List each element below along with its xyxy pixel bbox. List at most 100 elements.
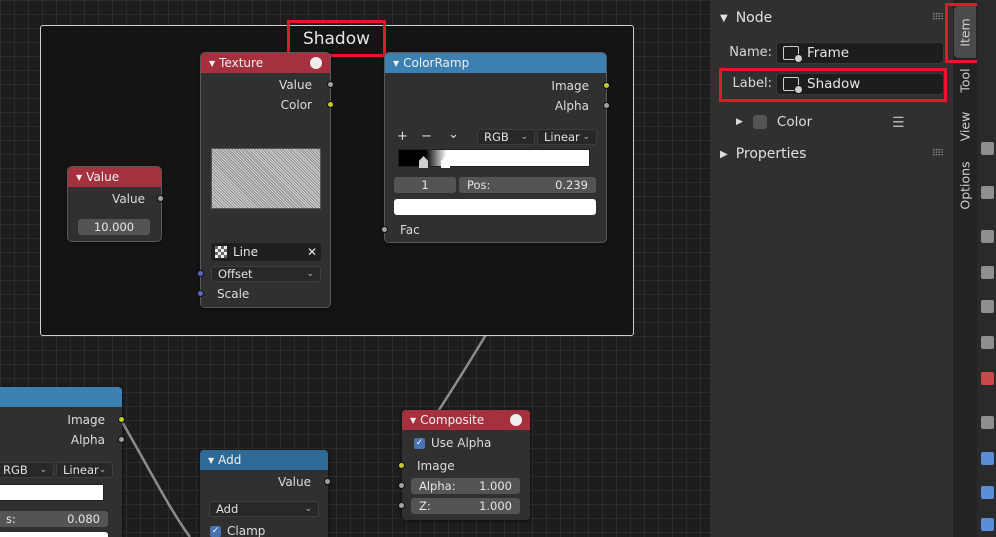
collapse-icon[interactable]: ▼ <box>208 456 214 465</box>
composite-node-title: Composite <box>420 413 485 427</box>
interpolation-dropdown[interactable]: Linear ⌄ <box>537 129 597 145</box>
alpha-socket[interactable] <box>398 482 405 489</box>
texture-node[interactable]: ▼ Texture Value Color Line ✕ Offset ⌄ Sc… <box>197 52 334 308</box>
use-alpha-toggle[interactable]: ✓ Use Alpha <box>414 436 491 450</box>
value-node-title: Value <box>86 170 120 184</box>
alpha-field[interactable]: Alpha: 1.000 <box>411 478 520 494</box>
color-mode-dropdown[interactable]: RGB ⌄ <box>477 129 535 145</box>
tool-icon[interactable] <box>981 300 994 313</box>
colorramp2-bar[interactable] <box>0 484 104 501</box>
drag-grip-icon[interactable]: ⠿⠿ <box>932 13 944 23</box>
label-field[interactable]: Shadow <box>776 73 944 95</box>
list-icon[interactable]: ☰ <box>892 115 905 131</box>
tool-icon[interactable] <box>981 518 994 531</box>
node-panel-header[interactable]: ▼ Node ⠿⠿ <box>710 5 953 31</box>
colorramp-image-socket[interactable] <box>603 82 610 89</box>
tab-item[interactable]: Item <box>954 6 976 58</box>
composite-input-image-label: Image <box>417 459 455 473</box>
mapping-dropdown[interactable]: Offset ⌄ <box>211 266 321 282</box>
close-icon[interactable]: ✕ <box>307 245 317 259</box>
colorramp2-image-socket[interactable] <box>118 416 125 423</box>
colorramp-node-2[interactable]: Image Alpha RGB ⌄ Linear ⌄ s: 0.080 <box>0 387 125 537</box>
colorramp-output-alpha-label: Alpha <box>554 99 589 113</box>
offset-socket[interactable] <box>197 270 204 277</box>
texture-node-title: Texture <box>219 56 264 70</box>
color-subpanel-header[interactable]: ▶ Color <box>736 114 812 130</box>
alpha-label: Alpha: <box>419 479 456 493</box>
tool-icon[interactable] <box>981 452 994 465</box>
remove-stop-button[interactable]: − <box>421 129 432 144</box>
texture-node-icon <box>310 57 322 69</box>
add-node-header[interactable]: ▼ Add <box>200 450 328 470</box>
composite-node[interactable]: ▼ Composite ✓ Use Alpha Image Alpha: 1.0… <box>398 410 530 520</box>
colorramp2-mode-dropdown[interactable]: RGB ⌄ <box>0 462 54 478</box>
properties-panel-header[interactable]: ▶ Properties ⠿⠿ <box>710 141 953 167</box>
value-node-field[interactable]: 10.000 <box>78 219 150 235</box>
value-output-socket[interactable] <box>157 195 164 202</box>
chevron-down-icon: ⌄ <box>98 465 107 475</box>
colorramp-node-header[interactable]: ▼ ColorRamp <box>385 53 606 73</box>
colorramp-node-2-header[interactable] <box>0 387 122 407</box>
name-field[interactable]: Frame <box>776 42 944 64</box>
colorramp2-interp-dropdown[interactable]: Linear ⌄ <box>56 462 113 478</box>
collapse-icon[interactable]: ▼ <box>76 173 82 182</box>
checkbox-checked-icon[interactable]: ✓ <box>210 525 221 537</box>
colorramp-node[interactable]: ▼ ColorRamp Image Alpha + − ⌄ RGB ⌄ Line… <box>381 52 610 243</box>
collapse-icon[interactable]: ▼ <box>209 59 215 68</box>
add-value-socket[interactable] <box>324 478 331 485</box>
frame-node-icon <box>783 77 803 94</box>
value-node-output-label: Value <box>112 192 145 206</box>
color-checkbox[interactable] <box>752 115 767 129</box>
stop-position-field[interactable]: Pos: 0.239 <box>459 177 596 193</box>
texture-node-header[interactable]: ▼ Texture <box>201 53 330 73</box>
texture-name: Line <box>233 245 259 259</box>
pos-value: 0.239 <box>555 178 588 192</box>
texture-selector[interactable]: Line ✕ <box>211 243 321 261</box>
colorramp2-swatch[interactable] <box>0 532 108 537</box>
drag-grip-icon[interactable]: ⠿⠿ <box>932 149 944 159</box>
value-node-header[interactable]: ▼ Value <box>68 167 161 187</box>
add-node[interactable]: ▼ Add Value Add ⌄ ✓ Clamp <box>200 450 331 537</box>
tool-icon[interactable] <box>981 486 994 499</box>
fac-socket[interactable] <box>381 226 388 233</box>
z-socket[interactable] <box>398 502 405 509</box>
collapse-icon[interactable]: ▼ <box>410 416 416 425</box>
tool-icon[interactable] <box>981 142 994 155</box>
chevron-down-icon: ⌄ <box>520 132 528 142</box>
texture-color-socket[interactable] <box>327 101 334 108</box>
tool-icon[interactable] <box>981 336 994 349</box>
stop-color-swatch[interactable] <box>394 199 596 215</box>
add-node-title: Add <box>218 453 242 467</box>
clamp-label: Clamp <box>227 524 266 537</box>
tool-icon[interactable] <box>981 186 994 199</box>
name-value: Frame <box>807 45 850 61</box>
tab-view[interactable]: View <box>954 104 976 148</box>
collapse-icon[interactable]: ▼ <box>393 59 399 68</box>
composite-image-socket[interactable] <box>398 462 405 469</box>
z-field[interactable]: Z: 1.000 <box>411 498 520 514</box>
chevron-down-icon: ⌄ <box>306 269 314 279</box>
add-stop-button[interactable]: + <box>397 129 408 144</box>
tab-item-label: Item <box>957 17 973 47</box>
clamp-toggle[interactable]: ✓ Clamp <box>210 524 265 537</box>
operation-dropdown[interactable]: Add ⌄ <box>209 501 319 517</box>
expand-right-icon: ▶ <box>720 148 728 160</box>
expand-down-icon: ▼ <box>720 12 728 24</box>
tab-options[interactable]: Options <box>954 152 976 218</box>
tool-icon[interactable] <box>981 266 994 279</box>
stop-index-field[interactable]: 1 <box>394 177 456 193</box>
tool-icon[interactable] <box>981 416 994 429</box>
colorramp-menu-button[interactable]: ⌄ <box>448 127 459 142</box>
checkbox-checked-icon[interactable]: ✓ <box>414 437 425 449</box>
colorramp2-alpha-socket[interactable] <box>118 436 125 443</box>
colorramp2-pos-field[interactable]: s: 0.080 <box>0 511 108 527</box>
composite-node-header[interactable]: ▼ Composite <box>402 410 530 430</box>
colorramp-alpha-socket[interactable] <box>603 102 610 109</box>
tab-tool[interactable]: Tool <box>954 60 976 100</box>
value-node[interactable]: ▼ Value Value 10.000 <box>67 166 164 242</box>
colorramp2-pos-label: s: <box>6 512 16 526</box>
tool-icon[interactable] <box>981 230 994 243</box>
scale-socket[interactable] <box>197 290 204 297</box>
tool-icon[interactable] <box>981 372 994 385</box>
texture-value-socket[interactable] <box>327 81 334 88</box>
